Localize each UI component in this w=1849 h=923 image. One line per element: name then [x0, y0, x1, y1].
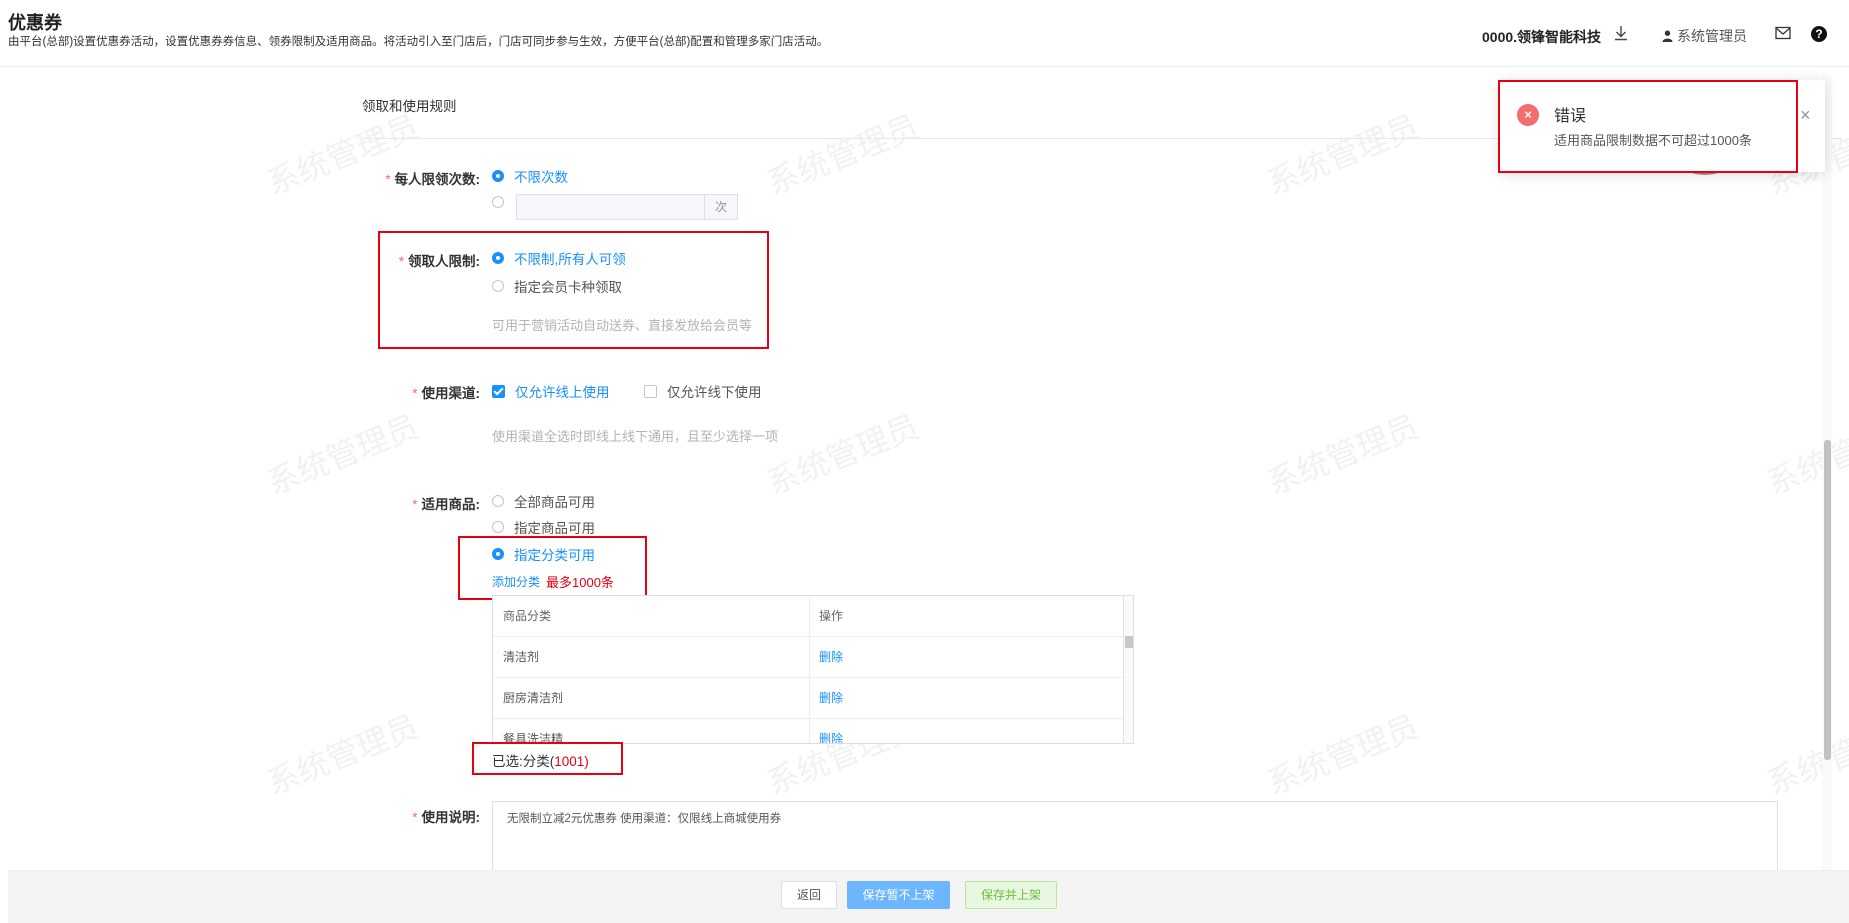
section-title: 领取和使用规则 [362, 99, 457, 114]
top-header: 优惠券 由平台(总部)设置优惠券活动，设置优惠券券信息、领券限制及适用商品。将活… [0, 0, 1849, 67]
org-name[interactable]: 0000.领锋智能科技 [1482, 27, 1601, 47]
radio-goods-specific[interactable]: 指定商品可用 [492, 517, 595, 537]
back-button[interactable]: 返回 [781, 881, 837, 909]
radio-dot [492, 170, 504, 182]
annotation-box [472, 742, 623, 775]
radio-dot [492, 196, 504, 208]
checkbox-box [644, 384, 657, 398]
annotation-box [1498, 80, 1798, 173]
table-row: 厨房清洁剂 删除 [493, 677, 1123, 719]
channel-hint: 使用渠道全选时即线上线下通用，且至少选择一项 [492, 429, 779, 444]
page-description: 由平台(总部)设置优惠券活动，设置优惠券券信息、领券限制及适用商品。将活动引入至… [8, 36, 829, 48]
save-unpublished-button[interactable]: 保存暂不上架 [847, 881, 950, 909]
delete-link[interactable]: 删除 [819, 719, 843, 743]
page-title: 优惠券 [8, 13, 62, 33]
per-person-limit-label: * 每人限领次数: [385, 172, 480, 187]
radio-limited-times[interactable] [492, 196, 514, 208]
category-cell: 餐具洗洁精 [503, 732, 564, 744]
radio-dot [492, 521, 504, 533]
user-name: 系统管理员 [1677, 28, 1747, 44]
close-icon[interactable]: × [1800, 106, 1811, 124]
required-mark: * [412, 810, 418, 825]
channel-label: * 使用渠道: [412, 386, 480, 401]
radio-dot [492, 495, 504, 507]
radio-goods-all[interactable]: 全部商品可用 [492, 491, 595, 511]
user-icon [1662, 30, 1673, 42]
table-scrollbar[interactable] [1123, 596, 1133, 743]
annotation-box [378, 231, 769, 349]
usage-note-label: * 使用说明: [412, 810, 480, 825]
form-panel [0, 75, 1849, 870]
category-cell: 清洁剂 [503, 650, 540, 664]
radio-unlimited-times[interactable]: 不限次数 [492, 166, 568, 186]
user-menu[interactable]: 系统管理员 [1662, 26, 1747, 46]
delete-link[interactable]: 删除 [819, 678, 843, 718]
table-header-action: 操作 [819, 609, 844, 623]
download-icon[interactable] [1612, 24, 1630, 42]
checkbox-offline[interactable]: 仅允许线下使用 [644, 381, 762, 401]
annotation-box [458, 536, 647, 600]
required-mark: * [412, 386, 418, 401]
table-row: 餐具洗洁精 删除 [493, 718, 1123, 744]
goods-label: * 适用商品: [412, 497, 480, 512]
checkbox-online[interactable]: 仅允许线上使用 [492, 381, 610, 401]
table-scrollbar-thumb[interactable] [1125, 636, 1133, 648]
table-header-category: 商品分类 [503, 609, 552, 623]
help-icon[interactable]: ? [1811, 26, 1827, 42]
category-table: 商品分类 操作 清洁剂 删除 厨房清洁剂 删除 餐具洗洁精 删除 [492, 595, 1134, 744]
delete-link[interactable]: 删除 [819, 637, 843, 677]
category-cell: 厨房清洁剂 [503, 691, 564, 705]
usage-note-textarea[interactable]: 无限制立减2元优惠券 使用渠道：仅限线上商城使用券 [492, 801, 1778, 871]
times-suffix: 次 [704, 194, 738, 220]
table-row: 清洁剂 删除 [493, 636, 1123, 678]
required-mark: * [385, 172, 391, 187]
required-mark: * [412, 497, 418, 512]
checkbox-box [492, 384, 505, 398]
save-publish-button[interactable]: 保存并上架 [965, 881, 1057, 909]
mail-icon[interactable] [1775, 26, 1791, 40]
page-scrollbar-thumb[interactable] [1824, 440, 1831, 760]
